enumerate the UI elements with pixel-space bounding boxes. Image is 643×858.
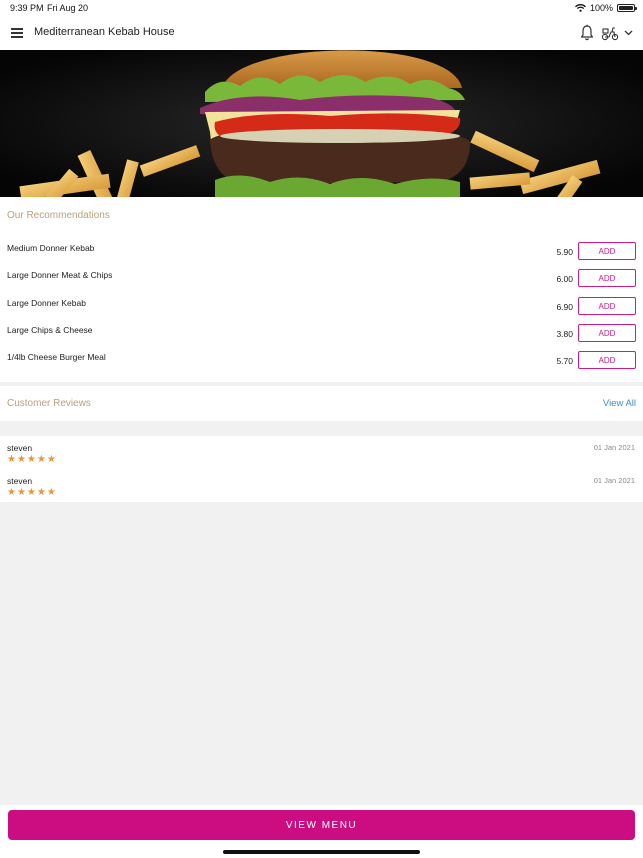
- list-item: Large Chips & Cheese 3.80 ADD: [0, 320, 643, 347]
- item-name: Medium Donner Kebab: [7, 243, 95, 253]
- add-button[interactable]: ADD: [578, 324, 636, 342]
- status-time: 9:39 PM: [10, 3, 44, 13]
- hero-banner: [0, 50, 643, 197]
- view-menu-button[interactable]: VIEW MENU: [8, 810, 635, 840]
- home-indicator: [223, 850, 420, 854]
- item-price: 5.70: [556, 356, 573, 366]
- add-button[interactable]: ADD: [578, 242, 636, 260]
- item-name: 1/4lb Cheese Burger Meal: [7, 352, 106, 362]
- item-price: 6.90: [556, 302, 573, 312]
- add-button[interactable]: ADD: [578, 351, 636, 369]
- wifi-icon: [575, 4, 586, 12]
- item-name: Large Chips & Cheese: [7, 325, 93, 335]
- bell-icon[interactable]: [579, 24, 595, 42]
- add-button[interactable]: ADD: [578, 297, 636, 315]
- app-header: Mediterranean Kebab House: [0, 16, 643, 50]
- list-item: Large Donner Meat & Chips 6.00 ADD: [0, 265, 643, 292]
- battery-percent: 100%: [589, 3, 613, 13]
- page-title: Mediterranean Kebab House: [34, 26, 175, 38]
- star-rating: ★★★★★: [7, 454, 57, 465]
- status-bar: 9:39 PM Fri Aug 20 100%: [0, 0, 643, 16]
- review-item: steven 01 Jan 2021 ★★★★★: [0, 436, 643, 469]
- view-all-link[interactable]: View All: [603, 398, 636, 409]
- review-date: 01 Jan 2021: [593, 443, 635, 452]
- item-name: Large Donner Meat & Chips: [7, 270, 113, 280]
- item-name: Large Donner Kebab: [7, 298, 86, 308]
- reviewer-name: steven: [7, 443, 33, 453]
- list-item: Large Donner Kebab 6.90 ADD: [0, 293, 643, 320]
- status-indicators: 100%: [575, 3, 637, 13]
- item-price: 5.90: [556, 247, 573, 257]
- review-date: 01 Jan 2021: [593, 476, 635, 485]
- add-button[interactable]: ADD: [578, 269, 636, 287]
- item-price: 3.80: [556, 329, 573, 339]
- list-item: 1/4lb Cheese Burger Meal 5.70 ADD: [0, 347, 643, 374]
- status-date: Fri Aug 20: [47, 3, 89, 13]
- reviews-list: steven 01 Jan 2021 ★★★★★ steven 01 Jan 2…: [0, 436, 643, 502]
- item-price: 6.00: [556, 274, 573, 284]
- menu-icon[interactable]: [11, 28, 23, 38]
- list-item: Medium Donner Kebab 5.90 ADD: [0, 238, 643, 265]
- reviewer-name: steven: [7, 476, 33, 486]
- recommendations-section: Our Recommendations Medium Donner Kebab …: [0, 197, 643, 382]
- recommendations-title: Our Recommendations: [7, 210, 110, 221]
- chevron-down-icon[interactable]: [623, 27, 634, 38]
- star-rating: ★★★★★: [7, 487, 57, 498]
- burger-image: [0, 50, 643, 197]
- scooter-icon[interactable]: [601, 25, 619, 41]
- bottom-bar: VIEW MENU: [0, 805, 643, 858]
- review-item: steven 01 Jan 2021 ★★★★★: [0, 469, 643, 502]
- reviews-header: Customer Reviews View All: [0, 386, 643, 421]
- battery-level: [619, 6, 633, 10]
- battery-icon: [617, 4, 637, 12]
- reviews-title: Customer Reviews: [7, 398, 91, 409]
